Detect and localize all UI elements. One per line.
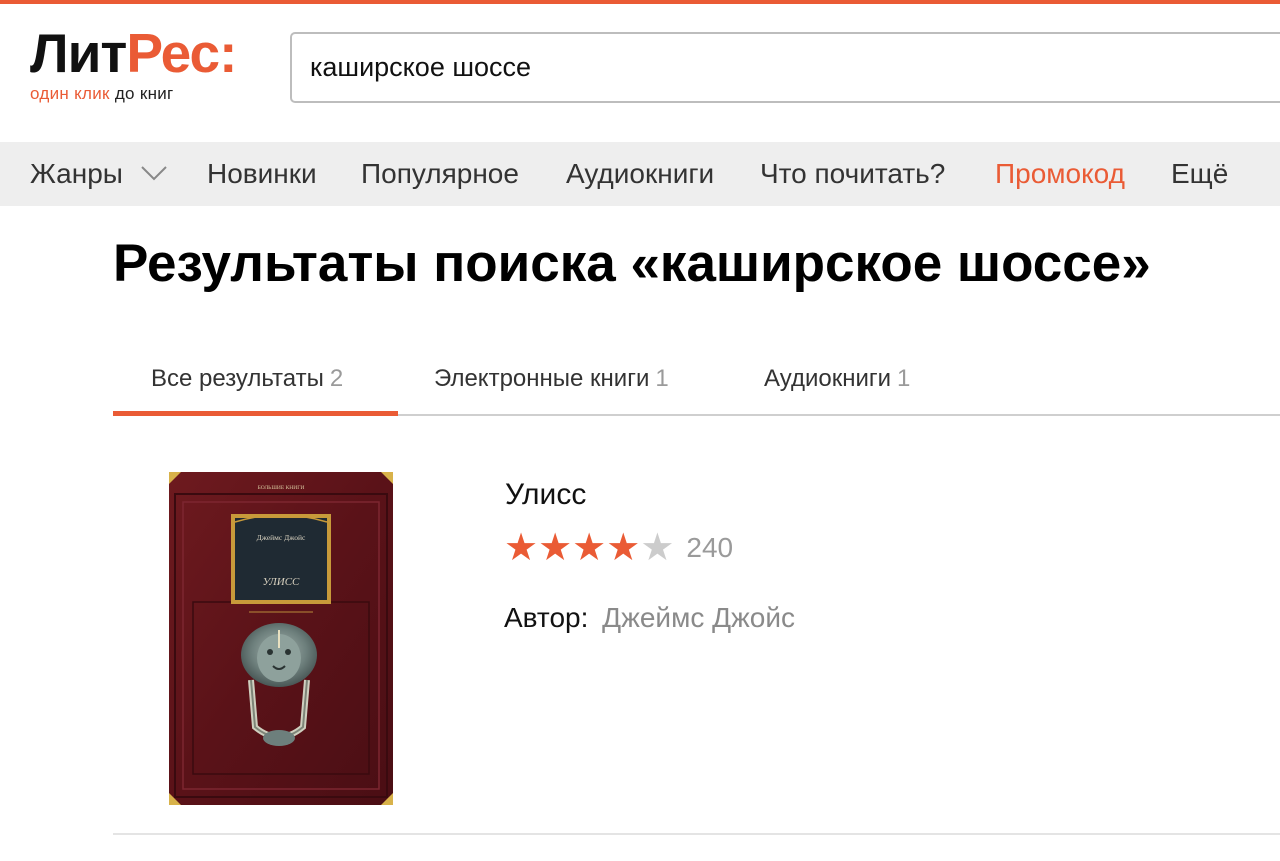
nav-genres-label: Жанры (30, 158, 123, 189)
star-icon: ★ (606, 527, 641, 569)
tab-ebooks[interactable]: Электронные книги 1 (434, 350, 669, 410)
book-cover[interactable]: БОЛЬШИЕ КНИГИ Джеймс Джойс УЛИСС (169, 472, 393, 805)
active-tab-indicator (113, 411, 398, 416)
book-title[interactable]: Улисс (505, 477, 586, 513)
nav-audiobooks[interactable]: Аудиокниги (566, 142, 714, 206)
cover-title-text: УЛИСС (263, 576, 300, 588)
nav-new[interactable]: Новинки (207, 142, 317, 206)
nav-what-to-read[interactable]: Что почитать? (760, 142, 945, 206)
rating-count: 240 (686, 532, 734, 563)
star-icon: ★ (538, 527, 573, 569)
nav-genres[interactable]: Жанры (30, 142, 123, 206)
tab-label: Все результаты (151, 365, 324, 392)
rating: ★★★★★ 240 (504, 528, 733, 568)
tab-label: Электронные книги (434, 365, 650, 392)
search-input[interactable] (290, 32, 1280, 103)
tab-audiobooks[interactable]: Аудиокниги 1 (764, 350, 910, 410)
author-link[interactable]: Джеймс Джойс (602, 602, 795, 633)
star-icon: ★ (504, 527, 539, 569)
tab-count: 2 (329, 365, 344, 392)
nav-popular[interactable]: Популярное (361, 142, 519, 206)
top-accent-bar (0, 0, 1280, 4)
logo-wordmark: ЛитРес: (30, 22, 237, 84)
star-icon: ★ (572, 527, 607, 569)
tab-all-results[interactable]: Все результаты 2 (151, 350, 343, 410)
nav-more[interactable]: Ещё (1171, 142, 1228, 206)
result-tabs: Все результаты 2 Электронные книги 1 Аудио… (113, 350, 1280, 416)
result-divider (113, 833, 1280, 835)
logo-tagline: один клик до книг (30, 84, 174, 103)
page-title: Результаты поиска «каширское шоссе» (113, 234, 1151, 293)
litres-logo[interactable]: ЛитРес: один клик до книг (30, 22, 237, 103)
tab-count: 1 (655, 365, 669, 392)
nav-promocode[interactable]: Промокод (995, 142, 1125, 206)
chevron-down-icon[interactable] (140, 164, 168, 182)
tab-label: Аудиокниги (764, 365, 892, 392)
cover-series-text: БОЛЬШИЕ КНИГИ (258, 485, 305, 491)
author-label: Автор: (504, 602, 589, 633)
main-nav: Жанры Новинки Популярное Аудиокниги Что … (0, 142, 1280, 206)
author-row: Автор: Джеймс Джойс (504, 600, 795, 636)
cover-author-text: Джеймс Джойс (257, 533, 306, 542)
tab-count: 1 (897, 365, 911, 392)
rating-stars: ★★★★★ (504, 528, 674, 568)
star-icon: ★ (640, 527, 675, 569)
